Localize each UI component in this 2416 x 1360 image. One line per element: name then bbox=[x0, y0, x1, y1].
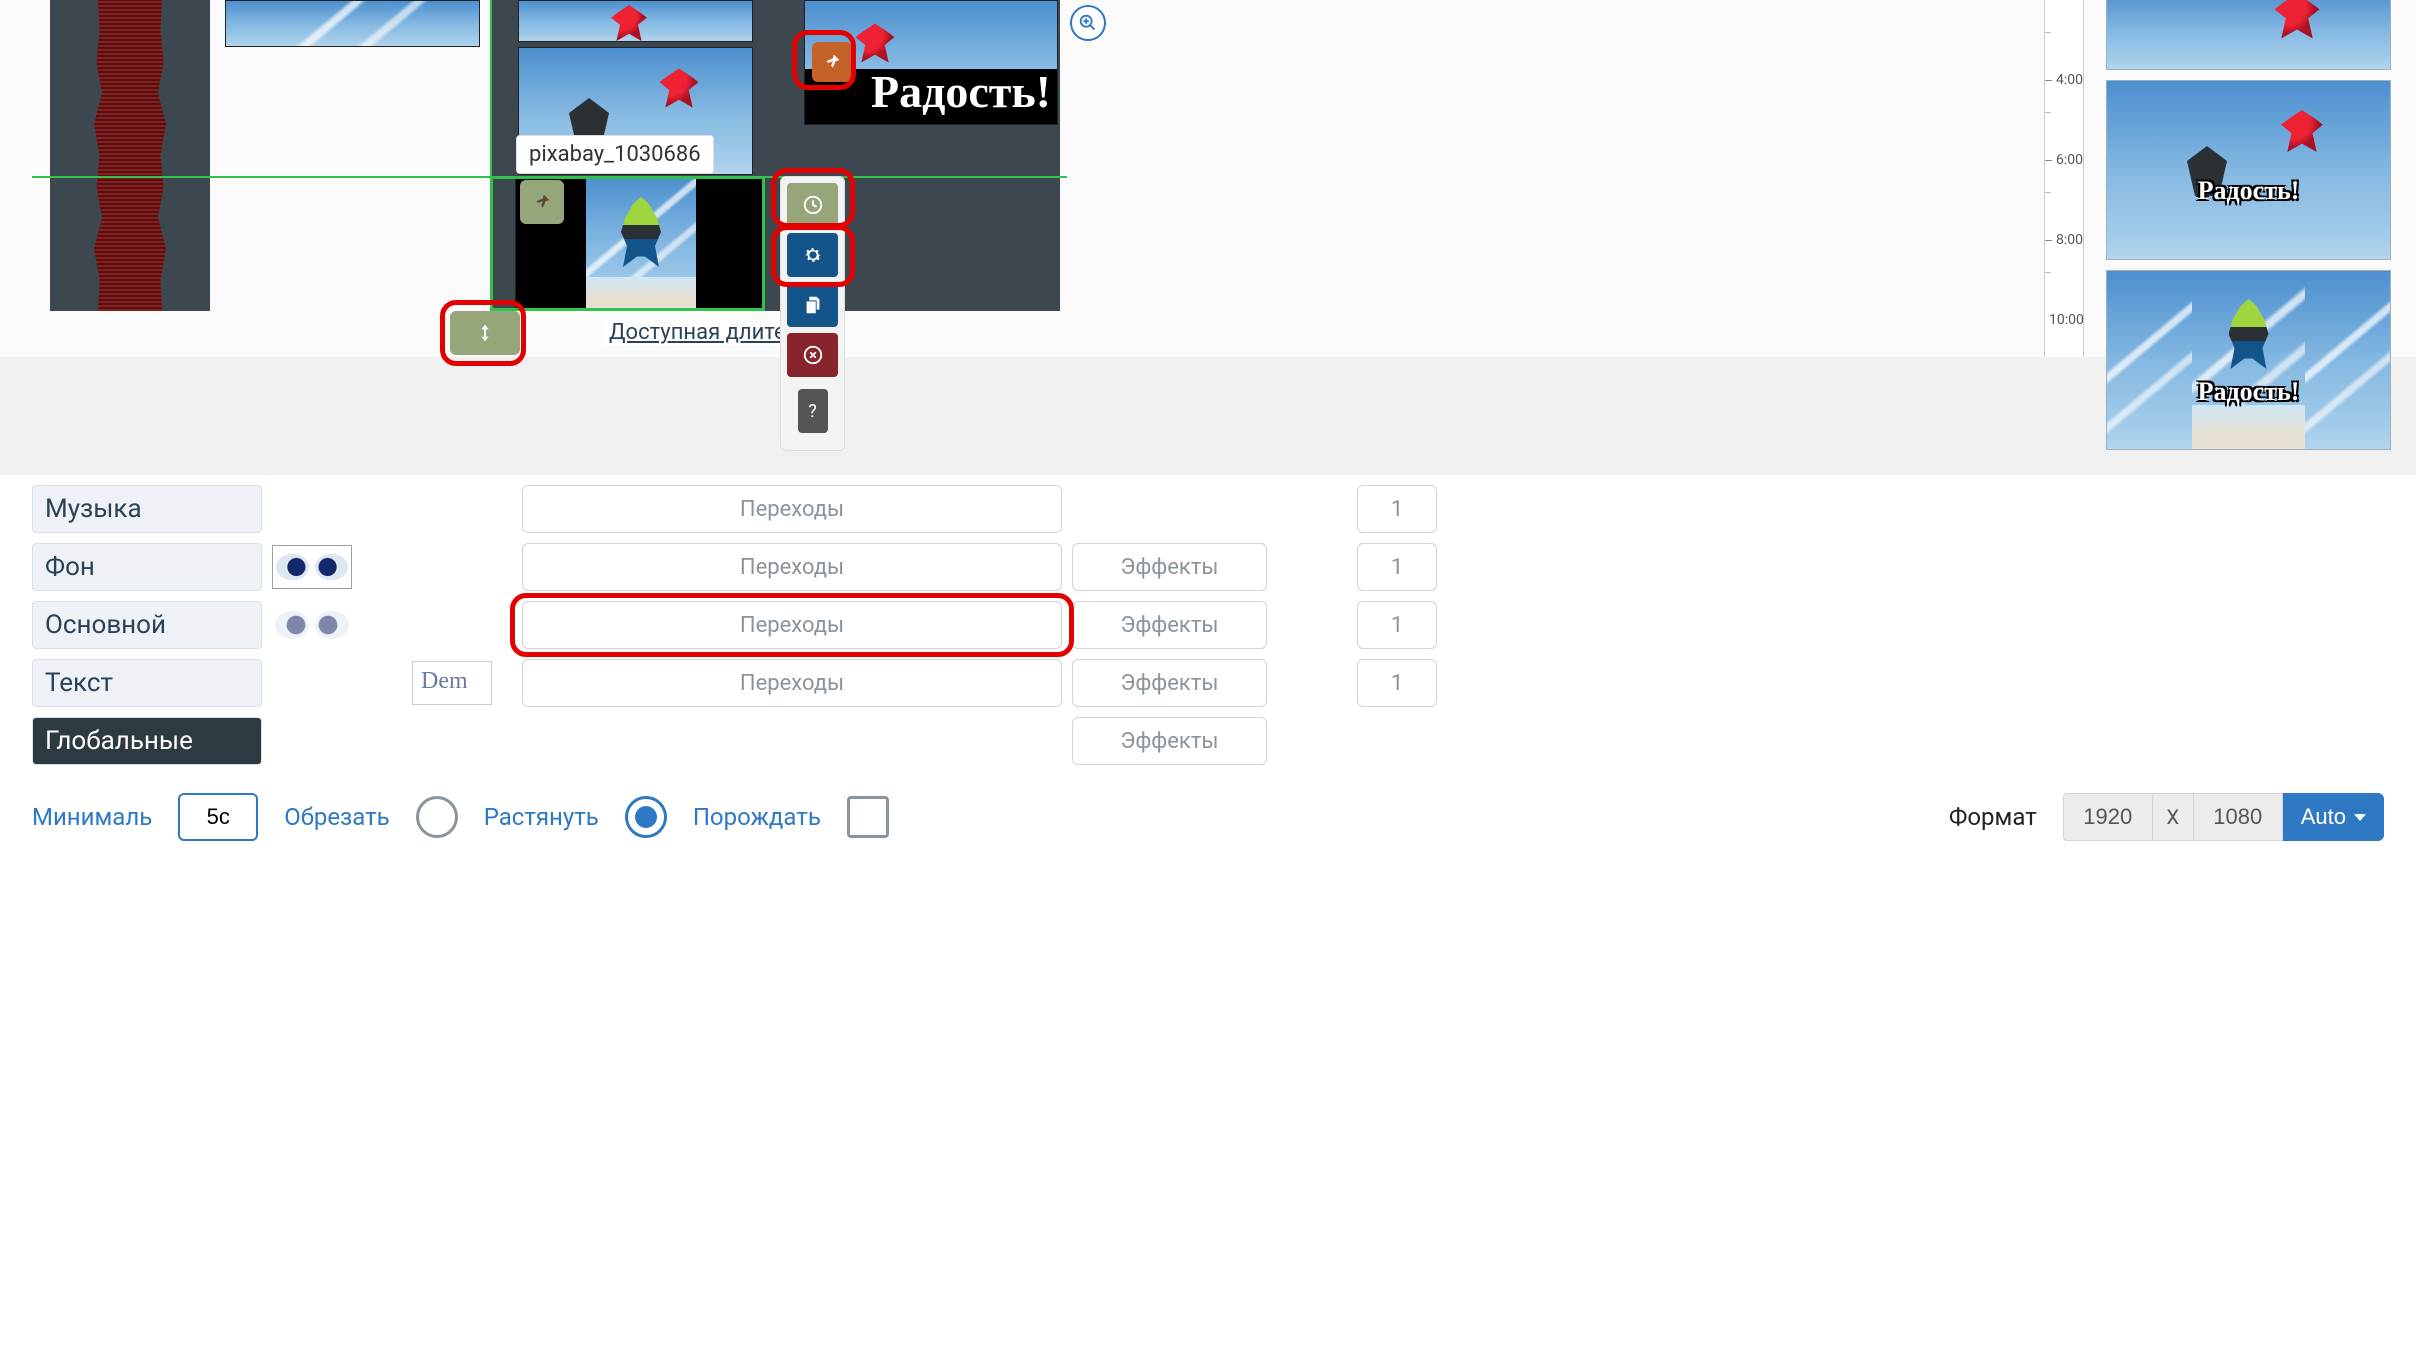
track-label-music[interactable]: Музыка bbox=[32, 485, 262, 533]
format-height-input[interactable] bbox=[2193, 793, 2283, 841]
effects-btn-bg[interactable]: Эффекты bbox=[1072, 543, 1267, 591]
preview-column: Радость! Радость! bbox=[2106, 0, 2391, 460]
vertical-arrows-icon bbox=[474, 322, 496, 344]
stretch-label: Растянуть bbox=[484, 803, 599, 831]
timeline-area: pixabay_1030686 Доступная длител Радость… bbox=[0, 0, 2416, 475]
ruler-tick-8: 8:00 bbox=[2056, 232, 2083, 248]
row-main: Основной Переходы Эффекты 1 bbox=[32, 601, 2384, 649]
count-text[interactable]: 1 bbox=[1357, 659, 1437, 707]
chevron-down-icon bbox=[2354, 814, 2366, 821]
ruler-tick-4: 4:00 bbox=[2056, 72, 2083, 88]
timeline-body: pixabay_1030686 Доступная длител Радость… bbox=[0, 0, 2416, 357]
gear-icon bbox=[802, 244, 824, 266]
transitions-btn-bg[interactable]: Переходы bbox=[522, 543, 1062, 591]
pin-icon bbox=[821, 51, 843, 73]
audio-track-bg bbox=[50, 0, 210, 311]
auto-label: Auto bbox=[2301, 804, 2346, 830]
toolbar-settings-button[interactable] bbox=[787, 233, 838, 277]
clip-side-toolbar: ? bbox=[780, 176, 845, 451]
clip-sky-top[interactable] bbox=[225, 0, 480, 47]
effects-btn-global[interactable]: Эффекты bbox=[1072, 717, 1267, 765]
copy-icon bbox=[802, 294, 824, 316]
format-sep: X bbox=[2153, 793, 2193, 841]
crop-radio[interactable] bbox=[416, 796, 458, 838]
audio-waveform bbox=[90, 0, 170, 311]
track-label-main[interactable]: Основной bbox=[32, 601, 262, 649]
preview-3[interactable]: Радость! bbox=[2106, 270, 2391, 450]
toolbar-time-button[interactable] bbox=[787, 183, 838, 227]
zoom-in-icon bbox=[1077, 12, 1099, 34]
thumb-text[interactable]: Dem bbox=[412, 661, 492, 705]
duration-link[interactable]: Доступная длител bbox=[603, 320, 804, 345]
count-music[interactable]: 1 bbox=[1357, 485, 1437, 533]
track-label-global[interactable]: Глобальные bbox=[32, 717, 262, 765]
clip-red-jumper-small[interactable] bbox=[518, 0, 753, 42]
transitions-btn-music[interactable]: Переходы bbox=[522, 485, 1062, 533]
pin-button-text-clip[interactable] bbox=[812, 42, 852, 82]
toolbar-copy-button[interactable] bbox=[787, 283, 838, 327]
thumb-main[interactable] bbox=[272, 603, 352, 647]
overlay-text-big: Радость! bbox=[871, 65, 1051, 118]
row-global: Глобальные Эффекты bbox=[32, 717, 2384, 765]
zoom-in-button[interactable] bbox=[1070, 5, 1106, 41]
effects-btn-text[interactable]: Эффекты bbox=[1072, 659, 1267, 707]
min-duration-label: Минималь bbox=[32, 803, 152, 831]
wait-checkbox[interactable] bbox=[847, 796, 889, 838]
expand-vertical-button[interactable] bbox=[450, 311, 520, 355]
crop-label: Обрезать bbox=[284, 803, 389, 831]
pin-button-clip[interactable] bbox=[520, 180, 564, 224]
row-text: Текст Dem Переходы Эффекты 1 bbox=[32, 659, 2384, 707]
format-width-input[interactable] bbox=[2063, 793, 2153, 841]
count-main[interactable]: 1 bbox=[1357, 601, 1437, 649]
ruler-tick-10: 10:00 bbox=[2049, 312, 2084, 328]
effects-btn-main[interactable]: Эффекты bbox=[1072, 601, 1267, 649]
toolbar-help-button[interactable]: ? bbox=[798, 389, 828, 433]
preview-2[interactable]: Радость! bbox=[2106, 80, 2391, 260]
help-icon: ? bbox=[808, 401, 817, 422]
track-label-bg[interactable]: Фон bbox=[32, 543, 262, 591]
count-bg[interactable]: 1 bbox=[1357, 543, 1437, 591]
stretch-radio[interactable] bbox=[625, 796, 667, 838]
preview-2-text: Радость! bbox=[2198, 176, 2300, 206]
preview-3-text: Радость! bbox=[2198, 377, 2300, 407]
clock-icon bbox=[802, 194, 824, 216]
toolbar-delete-button[interactable] bbox=[787, 333, 838, 377]
thumb-bg[interactable] bbox=[272, 545, 352, 589]
footer-bar: Минималь Обрезать Растянуть Порождать Фо… bbox=[0, 775, 2416, 859]
track-label-text[interactable]: Текст bbox=[32, 659, 262, 707]
format-auto-button[interactable]: Auto bbox=[2283, 793, 2384, 841]
timeline-ruler: 4:00 6:00 8:00 10:00 bbox=[2044, 0, 2084, 357]
close-circle-icon bbox=[802, 344, 824, 366]
min-duration-input[interactable] bbox=[178, 793, 258, 841]
track-settings: Музыка Переходы 1 Фон Переходы Эффекты 1… bbox=[0, 475, 2416, 765]
pin-icon bbox=[531, 191, 553, 213]
format-label: Формат bbox=[1949, 803, 2037, 831]
wait-label: Порождать bbox=[693, 803, 821, 831]
ruler-tick-6: 6:00 bbox=[2056, 152, 2083, 168]
row-music: Музыка Переходы 1 bbox=[32, 485, 2384, 533]
preview-1[interactable] bbox=[2106, 0, 2391, 70]
transitions-btn-text[interactable]: Переходы bbox=[522, 659, 1062, 707]
transitions-btn-main[interactable]: Переходы bbox=[522, 601, 1062, 649]
clip-tooltip: pixabay_1030686 bbox=[516, 135, 714, 174]
row-bg: Фон Переходы Эффекты 1 bbox=[32, 543, 2384, 591]
